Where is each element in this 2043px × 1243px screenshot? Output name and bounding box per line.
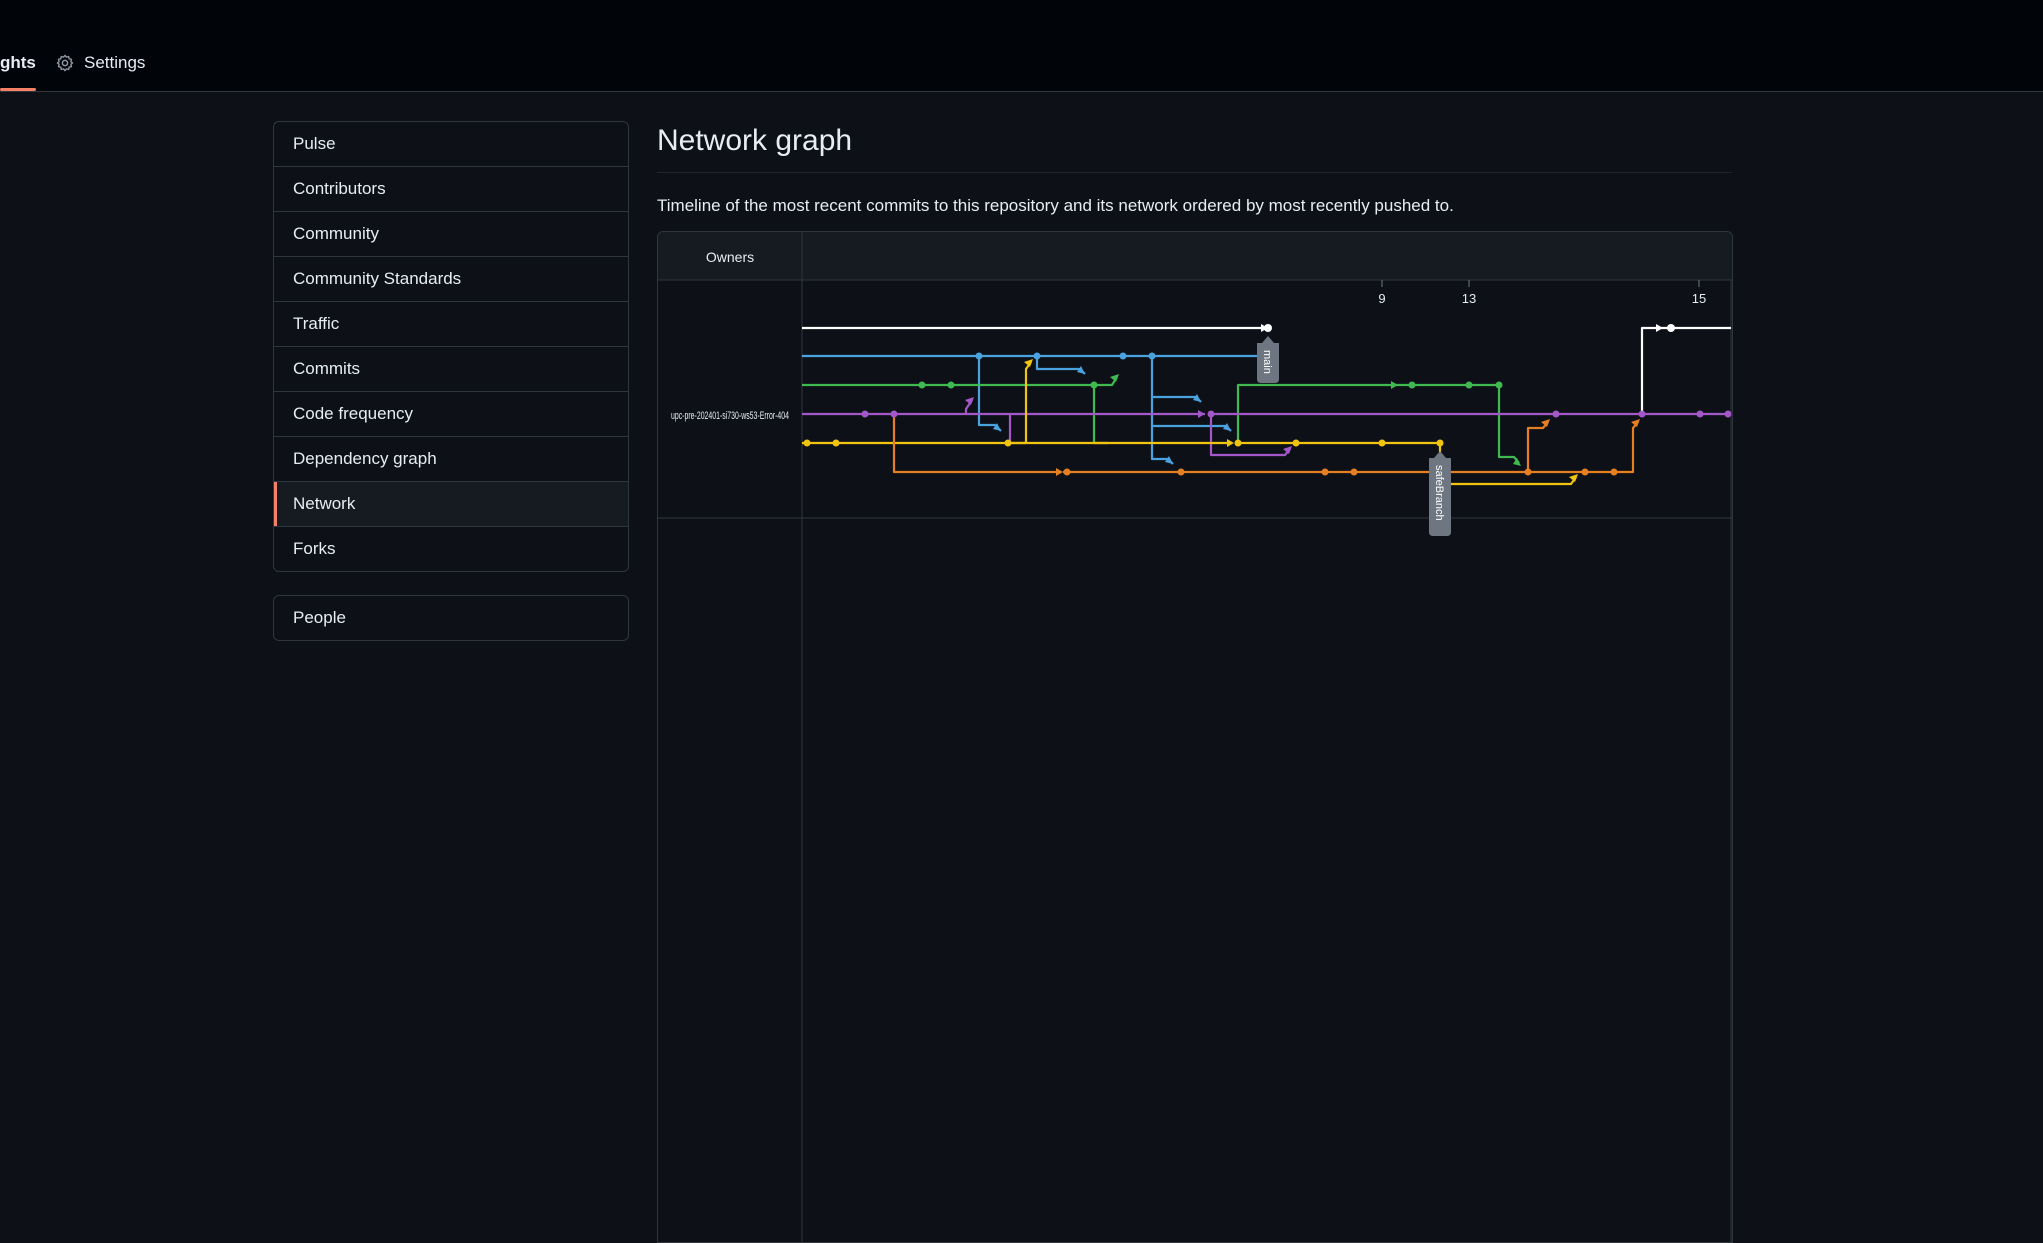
commit-dot[interactable] xyxy=(1292,439,1300,447)
network-graph[interactable]: Owners 9 13 15 upc-pre-202401-si730-ws53… xyxy=(657,231,1733,1243)
insights-sidebar: Pulse Contributors Community Community S… xyxy=(273,121,629,572)
commit-dot[interactable] xyxy=(1321,468,1329,476)
commit-dot[interactable] xyxy=(1264,324,1272,332)
people-sidebar: People xyxy=(273,595,629,641)
commit-dot[interactable] xyxy=(1033,352,1041,360)
commit-dot[interactable] xyxy=(1465,381,1473,389)
tab-settings-label: Settings xyxy=(84,53,146,72)
commit-dot[interactable] xyxy=(1581,468,1589,476)
arrowhead xyxy=(1513,458,1521,466)
commit-dot[interactable] xyxy=(1090,381,1098,389)
commit-dot[interactable] xyxy=(1119,352,1127,360)
commit-dot[interactable] xyxy=(1378,439,1386,447)
sidebar-item-contributors[interactable]: Contributors xyxy=(274,166,628,211)
date-label: 15 xyxy=(1692,291,1706,306)
commit-dot[interactable] xyxy=(1436,439,1444,447)
commit-dot[interactable] xyxy=(947,381,955,389)
sidebar-item-forks[interactable]: Forks xyxy=(274,526,628,571)
sidebar-item-commits[interactable]: Commits xyxy=(274,346,628,391)
branch-tag-label: main xyxy=(1261,350,1273,374)
tab-insights[interactable]: ghts xyxy=(0,50,36,76)
branch-yellow-line xyxy=(802,361,1577,486)
commit-dot[interactable] xyxy=(918,381,926,389)
repo-header: ghts Settings xyxy=(0,0,2043,92)
commit-dot[interactable] xyxy=(1207,410,1215,418)
selected-tab-indicator xyxy=(0,88,36,91)
arrowhead xyxy=(1227,439,1234,447)
sidebar-item-traffic[interactable]: Traffic xyxy=(274,301,628,346)
owners-header: Owners xyxy=(706,249,754,265)
graph-header-band xyxy=(658,232,1732,280)
sidebar-item-pulse[interactable]: Pulse xyxy=(274,122,628,166)
branch-blue-line xyxy=(802,347,1269,465)
commit-dot[interactable] xyxy=(1495,381,1503,389)
sidebar-item-network[interactable]: Network xyxy=(274,481,628,526)
commit-dot[interactable] xyxy=(1350,468,1358,476)
sidebar-item-dependency-graph[interactable]: Dependency graph xyxy=(274,436,628,481)
commit-dot[interactable] xyxy=(1004,439,1012,447)
commit-dot[interactable] xyxy=(1667,324,1675,332)
commit-dot[interactable] xyxy=(1724,410,1732,418)
page-description: Timeline of the most recent commits to t… xyxy=(657,196,1454,215)
commit-dot[interactable] xyxy=(803,439,811,447)
branch-green-line xyxy=(802,376,1520,464)
sidebar-item-label: Community Standards xyxy=(293,269,462,288)
commit-dot[interactable] xyxy=(1408,381,1416,389)
commit-dot[interactable] xyxy=(1638,410,1646,418)
commit-dot[interactable] xyxy=(975,352,983,360)
commit-dot[interactable] xyxy=(1696,410,1704,418)
commit-dot[interactable] xyxy=(861,410,869,418)
sidebar-item-label: Commits xyxy=(293,359,361,378)
tab-insights-label: ghts xyxy=(0,53,36,72)
sidebar-item-label: Network xyxy=(293,494,356,513)
commit-dot[interactable] xyxy=(1177,468,1185,476)
commit-dot[interactable] xyxy=(1148,352,1156,360)
arrowhead xyxy=(1656,324,1663,332)
sidebar-item-label: Dependency graph xyxy=(293,449,437,468)
commit-dot[interactable] xyxy=(1552,410,1560,418)
gear-icon xyxy=(56,54,74,72)
commit-dot[interactable] xyxy=(1063,468,1071,476)
arrowhead xyxy=(1198,410,1205,418)
arrowhead xyxy=(1391,381,1398,389)
commit-dot[interactable] xyxy=(1610,468,1618,476)
arrowhead xyxy=(1056,468,1063,476)
commit-dot[interactable] xyxy=(832,439,840,447)
sidebar-item-people[interactable]: People xyxy=(274,596,628,640)
sidebar-item-label: Forks xyxy=(293,539,336,558)
sidebar-item-code-frequency[interactable]: Code frequency xyxy=(274,391,628,436)
branch-tag-main[interactable]: main xyxy=(1257,336,1279,383)
sidebar-item-label: Community xyxy=(293,224,379,243)
title-divider xyxy=(657,172,1732,173)
commit-dot[interactable] xyxy=(890,410,898,418)
page-title: Network graph xyxy=(657,124,853,157)
date-label: 9 xyxy=(1378,291,1385,306)
sidebar-item-label: Code frequency xyxy=(293,404,414,423)
tab-settings[interactable]: Settings xyxy=(56,50,145,76)
merge-arrowheads xyxy=(965,324,1663,482)
branch-purple-line xyxy=(802,399,1731,457)
sidebar-item-community[interactable]: Community xyxy=(274,211,628,256)
branch-tag-label: safeBranch xyxy=(1433,465,1445,521)
commit-dot[interactable] xyxy=(1524,468,1532,476)
date-label: 13 xyxy=(1462,291,1476,306)
sidebar-item-label: People xyxy=(293,608,346,627)
sidebar-item-community-standards[interactable]: Community Standards xyxy=(274,256,628,301)
sidebar-item-label: Traffic xyxy=(293,314,340,333)
sidebar-item-label: Pulse xyxy=(293,134,336,153)
commit-dot[interactable] xyxy=(1234,439,1242,447)
sidebar-item-label: Contributors xyxy=(293,179,386,198)
owner-name[interactable]: upc-pre-202401-si730-ws53-Error-404 xyxy=(671,410,789,422)
branch-tag-safebranch[interactable]: safeBranch xyxy=(1429,451,1451,536)
